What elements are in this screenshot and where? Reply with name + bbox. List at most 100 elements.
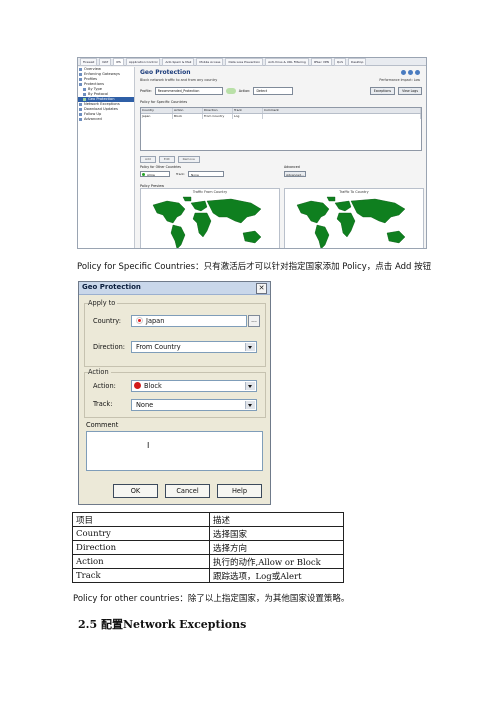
pane-title: Geo Protection xyxy=(140,69,191,76)
cancel-button[interactable]: Cancel xyxy=(165,484,210,498)
action-select[interactable]: Block xyxy=(131,380,257,392)
chevron-down-icon[interactable] xyxy=(245,382,255,390)
table-row: Track 跟踪选项，Log或Alert xyxy=(72,568,344,583)
performance-value: Low xyxy=(413,78,420,82)
advanced-button[interactable]: Advanced... xyxy=(284,171,306,177)
grid-cell-comment xyxy=(263,114,421,119)
tree-item-label: Profiles xyxy=(84,77,98,81)
track-select[interactable]: None xyxy=(131,399,257,411)
tab-application-control[interactable]: Application Control xyxy=(125,58,161,66)
view-logs-button[interactable]: View Logs xyxy=(398,87,422,95)
action-label: Action: xyxy=(238,89,251,93)
remove-button[interactable]: Remove xyxy=(177,156,200,163)
exceptions-button[interactable]: Exceptions xyxy=(369,87,396,95)
tree-item-label: Advanced xyxy=(84,117,102,121)
map-traffic-to: Traffic To Country xyxy=(284,188,424,248)
map-traffic-from: Traffic From Country xyxy=(140,188,280,248)
other-countries-label: Policy for Other Countries xyxy=(140,165,181,169)
help-button[interactable]: Help xyxy=(217,484,262,498)
table-row[interactable]: Japan Block From Country Log xyxy=(141,114,421,119)
profile-select[interactable]: Recommended_Protection xyxy=(154,87,223,95)
forward-icon[interactable] xyxy=(408,70,413,75)
folder-icon xyxy=(83,88,86,91)
profile-icon xyxy=(79,78,82,81)
country-field[interactable]: Japan xyxy=(131,315,247,327)
browse-button[interactable]: ... xyxy=(248,315,260,327)
section-heading: 2.5 配置Network Exceptions xyxy=(78,618,247,631)
dialog-title: Geo Protection xyxy=(82,283,141,291)
performance-impact: Performance Impact: Low xyxy=(379,78,420,82)
tab-ipsec-vpn[interactable]: IPSec VPN xyxy=(310,58,332,66)
ok-button[interactable]: OK xyxy=(113,484,158,498)
world-map-icon xyxy=(296,196,406,248)
tab-mobile-access[interactable]: Mobile Access xyxy=(196,58,224,66)
comment-label: Comment xyxy=(86,421,119,429)
action-group xyxy=(84,372,266,418)
grid-cell-track: Log xyxy=(233,114,263,119)
caption-other-countries: Policy for other countries：除了以上指定国家，为其他国… xyxy=(73,594,350,604)
table-row: Action 执行的动作,Allow or Block xyxy=(72,554,344,569)
grid-header-action: Action xyxy=(173,108,203,113)
direction-select[interactable]: From Country xyxy=(131,341,257,353)
help-icon[interactable] xyxy=(415,70,420,75)
tab-desktop[interactable]: Desktop xyxy=(348,58,367,66)
action-select[interactable]: Detect xyxy=(253,87,294,95)
advanced-label: Advanced xyxy=(284,165,300,169)
apply-to-group xyxy=(84,303,266,367)
chevron-down-icon[interactable] xyxy=(245,401,255,409)
tree-item-label: Overview xyxy=(84,67,101,71)
grid-header-direction: Direction xyxy=(203,108,233,113)
grid-buttons: Add Edit Remove xyxy=(140,156,200,163)
geo-protection-dialog: Geo Protection ✕ Apply to Country: Japan… xyxy=(78,281,271,505)
tree-item-label: Protections xyxy=(84,82,105,86)
other-action-select[interactable]: Allow xyxy=(140,171,170,177)
other-action-value: Allow xyxy=(147,173,156,177)
tab-nat[interactable]: NAT xyxy=(99,58,112,66)
other-countries-row: Policy for Other Countries Allow Track: … xyxy=(140,165,424,179)
profile-row: Profile: Recommended_Protection Action: … xyxy=(140,86,422,96)
action-value: Block xyxy=(144,382,162,390)
globe-icon xyxy=(83,98,86,101)
back-icon[interactable] xyxy=(401,70,406,75)
specific-countries-grid: Country Action Direction Track Comment J… xyxy=(140,107,422,151)
add-button[interactable]: Add xyxy=(140,156,156,163)
table-header-desc: 描述 xyxy=(209,512,344,527)
track-select[interactable]: None xyxy=(188,171,224,177)
profile-label: Profile: xyxy=(140,89,152,93)
block-icon xyxy=(134,382,141,389)
table-cell-key: Country xyxy=(72,526,210,541)
edit-button[interactable]: Edit xyxy=(158,156,175,163)
table-cell-value: 跟踪选项，Log或Alert xyxy=(209,568,344,583)
action-label: Action: xyxy=(93,382,116,390)
tree-item-label: Follow Up xyxy=(84,112,102,116)
flag-icon xyxy=(79,113,82,116)
tab-dlp[interactable]: Data Loss Prevention xyxy=(225,58,264,66)
tree-item-label: Network Exceptions xyxy=(84,102,120,106)
geo-protection-screenshot: Firewall NAT IPS Application Control Ant… xyxy=(77,57,427,249)
tab-ips[interactable]: IPS xyxy=(113,58,124,66)
tab-qos[interactable]: QoS xyxy=(333,58,347,66)
shield-icon xyxy=(79,83,82,86)
chevron-down-icon[interactable] xyxy=(245,343,255,351)
map-from-caption: Traffic From Country xyxy=(192,190,228,194)
exception-icon xyxy=(79,103,82,106)
table-cell-value: 选择国家 xyxy=(209,526,344,541)
comment-textarea[interactable]: I xyxy=(86,431,263,471)
tab-anti-spam[interactable]: Anti-Spam & Mail xyxy=(162,58,195,66)
track-label: Track: xyxy=(93,400,113,408)
settings-icon xyxy=(79,118,82,121)
tree-item-label: Enforcing Gateways xyxy=(84,72,120,76)
close-icon[interactable]: ✕ xyxy=(256,283,267,294)
action-section-label: Action xyxy=(88,368,111,376)
grid-cell-direction: From Country xyxy=(203,114,233,119)
text-cursor-icon: I xyxy=(147,441,150,450)
country-value: Japan xyxy=(146,317,165,325)
tab-firewall[interactable]: Firewall xyxy=(80,58,98,66)
blade-tab-bar: Firewall NAT IPS Application Control Ant… xyxy=(78,58,426,66)
tab-anti-virus[interactable]: Anti-Virus & URL Filtering xyxy=(265,58,309,66)
tree-item-advanced[interactable]: Advanced xyxy=(78,117,134,122)
grid-header-country: Country xyxy=(141,108,173,113)
tree-item-label: Download Updates xyxy=(84,107,118,111)
download-icon xyxy=(79,108,82,111)
japan-flag-icon xyxy=(136,316,143,324)
